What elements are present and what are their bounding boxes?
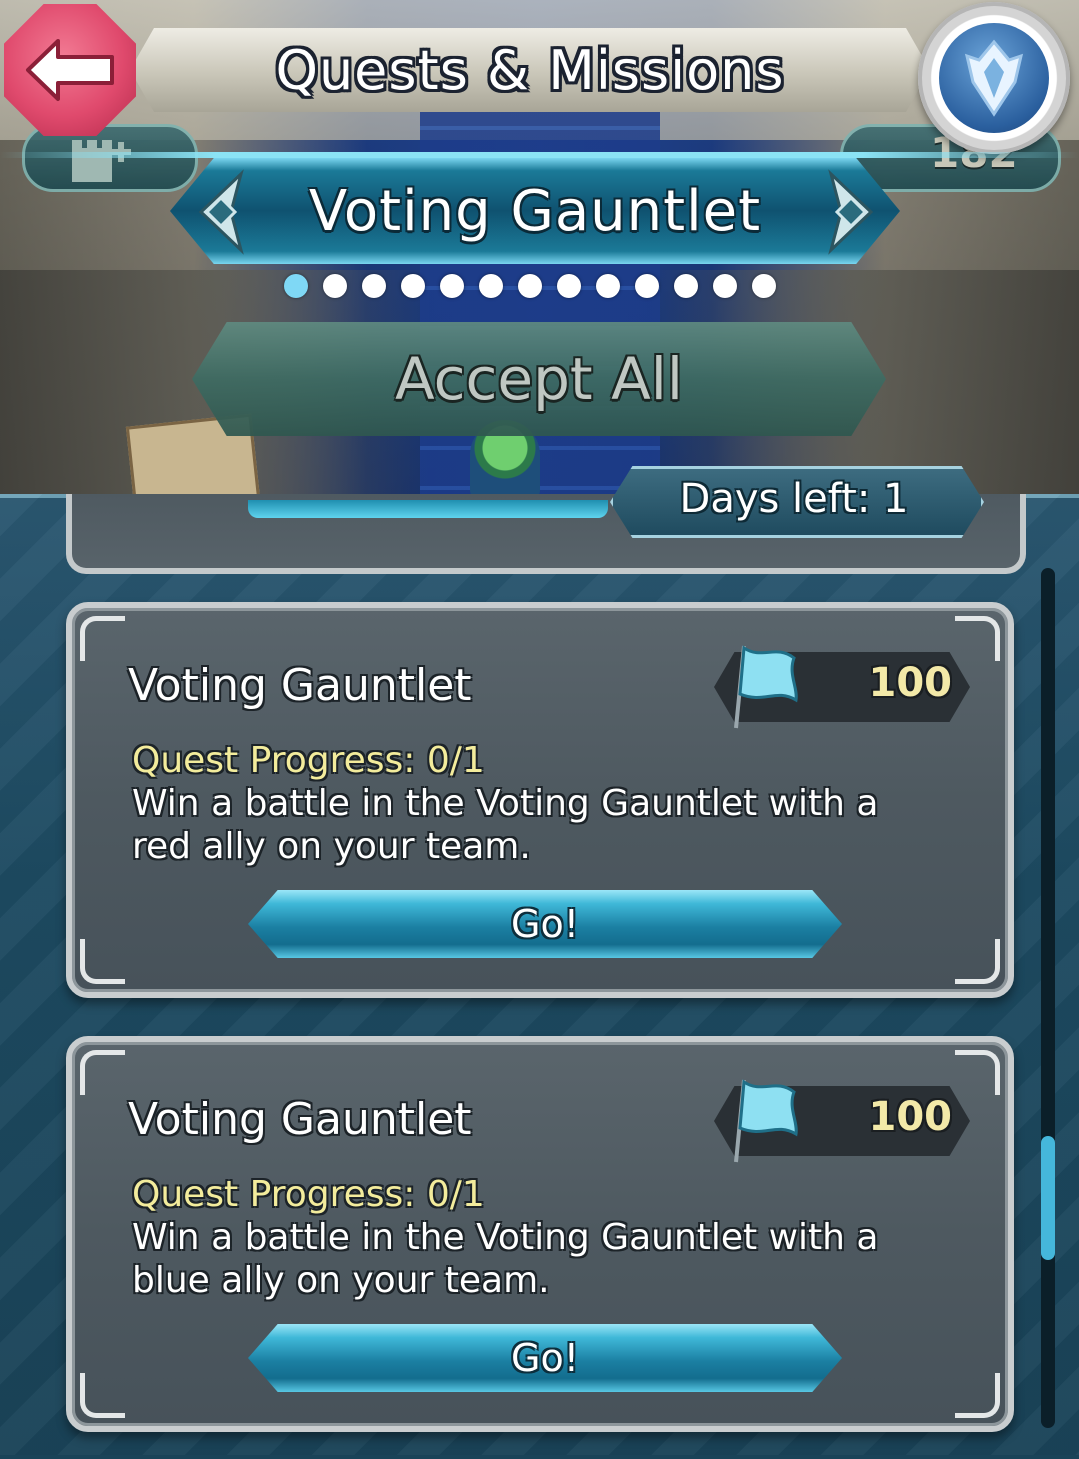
page-dot[interactable] [284, 274, 308, 298]
quest-progress: Quest Progress: 0/1 [132, 740, 485, 781]
category-page-indicator [284, 274, 776, 300]
go-button[interactable]: Go! [248, 1324, 842, 1392]
quest-description: Win a battle in the Voting Gauntlet with… [132, 1217, 879, 1301]
quest-title: Voting Gauntlet [128, 660, 472, 711]
days-left-text: Days left: 1 [679, 476, 909, 522]
reward-value: 100 [868, 1094, 953, 1140]
page-dot[interactable] [362, 274, 386, 298]
scrollbar-track[interactable] [1041, 568, 1055, 1428]
feather-flag-icon [734, 645, 798, 729]
page-dot[interactable] [596, 274, 620, 298]
card-corner-ornament [80, 939, 125, 984]
arrow-left-icon [26, 39, 114, 101]
card-corner-ornament [80, 1373, 125, 1418]
chevron-left-icon [198, 169, 244, 255]
card-corner-ornament [955, 616, 1000, 661]
accept-all-label: Accept All [394, 345, 684, 413]
card-corner-ornament [955, 1050, 1000, 1095]
go-button[interactable]: Go! [248, 890, 842, 958]
heroes-emblem-icon [939, 23, 1049, 133]
category-title: Voting Gauntlet [308, 178, 762, 244]
page-dot[interactable] [401, 274, 425, 298]
next-category-button[interactable] [816, 166, 896, 258]
page-dot[interactable] [518, 274, 542, 298]
page-dot[interactable] [323, 274, 347, 298]
scrollbar-thumb[interactable] [1041, 1136, 1055, 1260]
go-button-label: Go! [511, 1336, 579, 1380]
reward-value: 100 [868, 660, 953, 706]
card-corner-ornament [955, 939, 1000, 984]
page-dot[interactable] [557, 274, 581, 298]
quest-title: Voting Gauntlet [128, 1094, 472, 1145]
card-corner-ornament [80, 616, 125, 661]
page-dot[interactable] [752, 274, 776, 298]
card-corner-ornament [955, 1373, 1000, 1418]
page-dot[interactable] [440, 274, 464, 298]
castle-plus-icon [72, 140, 131, 182]
page-dot[interactable] [635, 274, 659, 298]
quest-description: Win a battle in the Voting Gauntlet with… [132, 783, 879, 867]
page-dot[interactable] [479, 274, 503, 298]
my-nintendo-badge[interactable] [918, 2, 1070, 154]
page-dot[interactable] [713, 274, 737, 298]
previous-category-button[interactable] [176, 166, 256, 258]
quest-card: Voting Gauntlet 100 Quest Progress: 0/1 … [66, 602, 1014, 998]
page-title: Quests & Missions [275, 38, 785, 102]
go-button-label: Go! [511, 902, 579, 946]
chevron-right-icon [828, 169, 874, 255]
feather-flag-icon [734, 1079, 798, 1163]
previous-go-button[interactable] [248, 500, 608, 518]
page-dot[interactable] [674, 274, 698, 298]
quest-card: Voting Gauntlet 100 Quest Progress: 0/1 … [66, 1036, 1014, 1432]
quest-progress: Quest Progress: 0/1 [132, 1174, 485, 1215]
card-corner-ornament [80, 1050, 125, 1095]
back-button[interactable] [4, 4, 136, 136]
